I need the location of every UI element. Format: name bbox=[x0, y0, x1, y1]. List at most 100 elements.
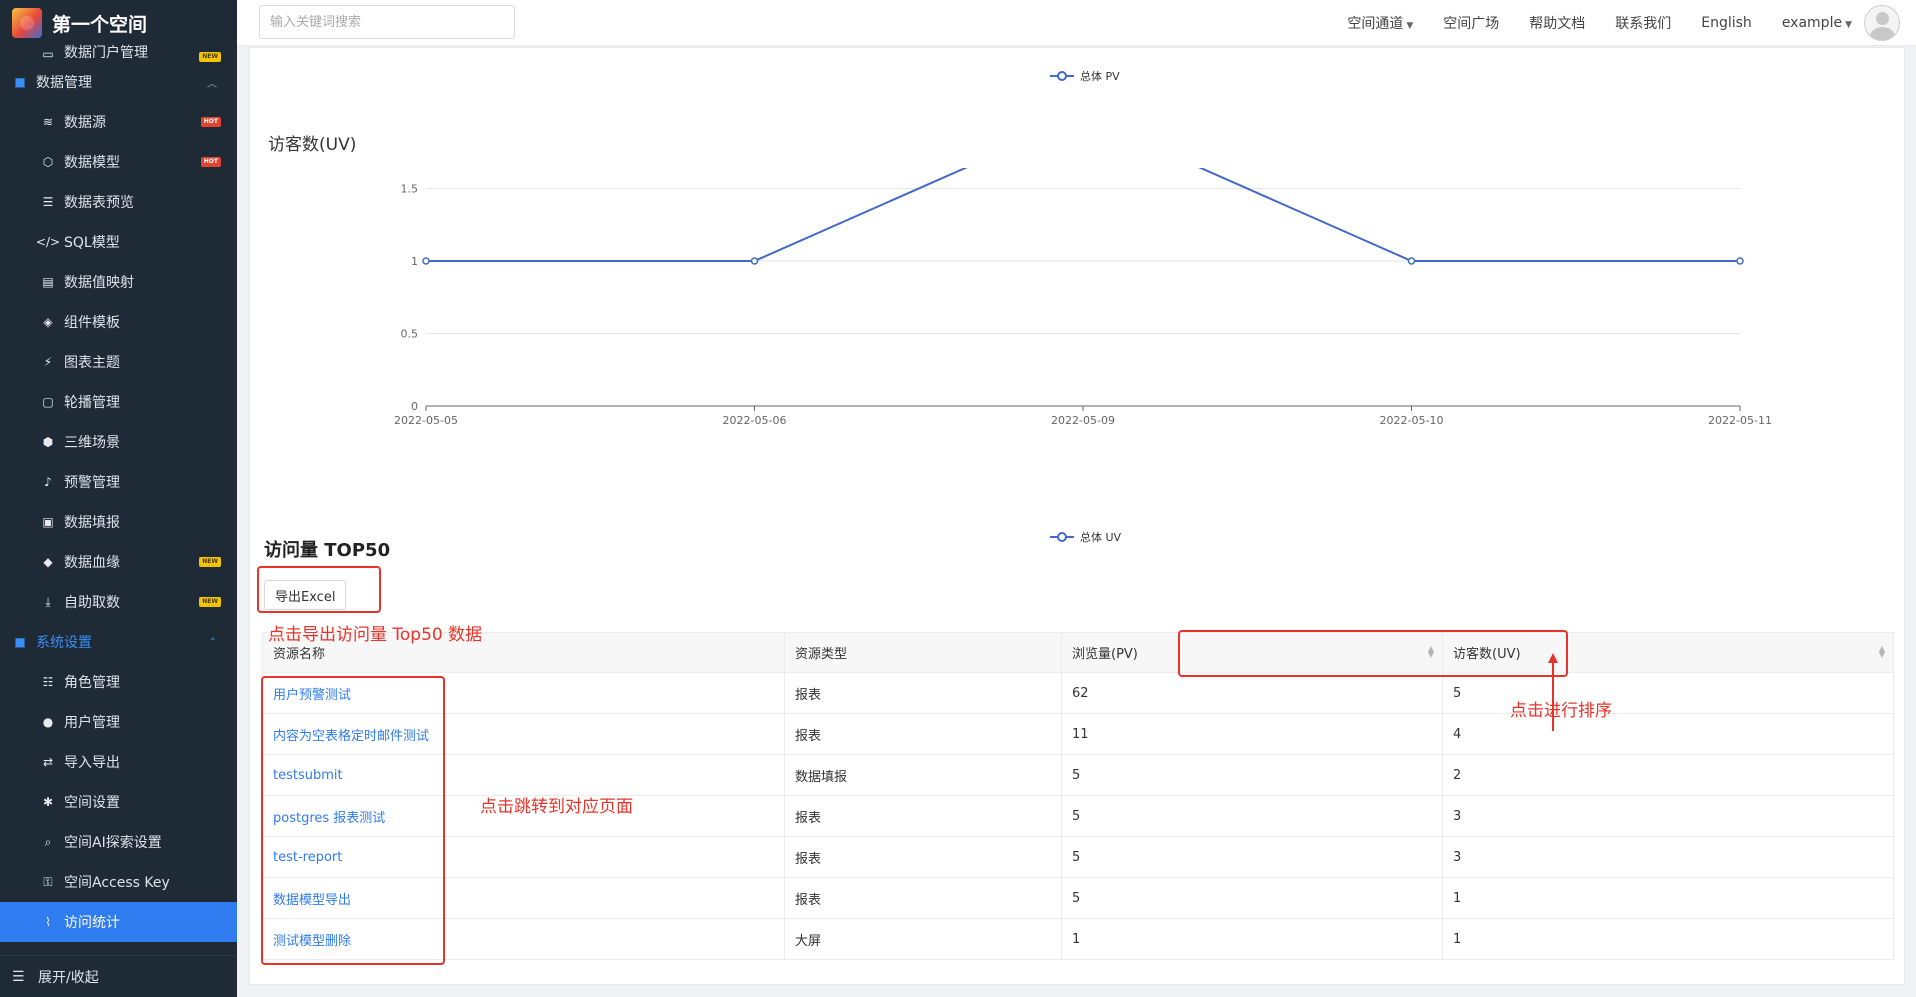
sidebar-item-label: 数据源 bbox=[64, 115, 106, 131]
resource-type: 报表 bbox=[784, 672, 1062, 714]
key-icon: ⚿ bbox=[43, 874, 53, 889]
sidebar-item[interactable]: ▭ 数据门户管理 NEW bbox=[0, 38, 237, 62]
pv-value: 11 bbox=[1061, 713, 1443, 755]
header-nav-item[interactable]: English bbox=[1701, 15, 1752, 31]
series-line bbox=[426, 168, 1740, 262]
search-input[interactable] bbox=[259, 5, 515, 39]
sidebar-item[interactable]: ⇄ 导入导出 bbox=[0, 742, 237, 782]
sidebar-item[interactable]: ⬢ 三维场景 bbox=[0, 422, 237, 462]
header-nav-item[interactable]: 空间广场 bbox=[1443, 13, 1499, 33]
sidebar-item[interactable]: ⚡ 图表主题 bbox=[0, 342, 237, 382]
resource-type: 报表 bbox=[784, 713, 1062, 755]
col-uv[interactable]: 访客数(UV) ▲ ▼ bbox=[1442, 632, 1894, 673]
legend-line-marker-icon bbox=[1050, 532, 1074, 542]
resource-type: 报表 bbox=[784, 836, 1062, 878]
chevron-up-icon: ︿ bbox=[207, 78, 217, 90]
resource-link[interactable]: 测试模型删除 bbox=[262, 918, 785, 960]
sort-icon[interactable]: ▲ ▼ bbox=[1428, 645, 1434, 659]
uv-legend-label: 总体 UV bbox=[1080, 531, 1122, 544]
sidebar-item[interactable]: ☷ 角色管理 bbox=[0, 662, 237, 702]
chart-line-icon: ⌇ bbox=[45, 915, 51, 929]
header-nav-label: English bbox=[1701, 15, 1752, 31]
pv-value: 5 bbox=[1061, 877, 1443, 919]
legend-line-marker-icon bbox=[1050, 71, 1074, 81]
magic-wand-icon: ⚡ bbox=[43, 355, 53, 369]
folder-icon: ■ bbox=[14, 75, 26, 89]
header-nav-item[interactable]: example ▼ bbox=[1782, 15, 1852, 31]
resource-link[interactable]: 内容为空表格定时邮件测试 bbox=[262, 713, 785, 755]
resource-link[interactable]: testsubmit bbox=[262, 754, 785, 796]
pv-chart-legend[interactable]: 总体 PV bbox=[1050, 68, 1120, 84]
sidebar-badge: NEW bbox=[199, 597, 221, 607]
cubes-icon: ⬡ bbox=[42, 155, 54, 169]
sidebar-item-label: 数据管理 bbox=[36, 75, 92, 91]
export-excel-button[interactable]: 导出Excel bbox=[264, 580, 347, 610]
exchange-icon: ⇄ bbox=[42, 755, 54, 769]
sidebar-item-label: 空间Access Key bbox=[64, 875, 170, 891]
resource-link[interactable]: 用户预警测试 bbox=[262, 672, 785, 714]
sidebar-item[interactable]: ⌕ 空间AI探索设置 bbox=[0, 822, 237, 862]
annotation-arrow-icon bbox=[1548, 653, 1558, 731]
sidebar-item[interactable]: ✱ 空间设置 bbox=[0, 782, 237, 822]
x-tick-label: 2022-05-06 bbox=[723, 414, 787, 427]
sidebar: 第一个空间 ▭ 数据门户管理 NEW ■ 数据管理 ︿ ≋ 数据源 HOT ⬡ 数据模型 HOT ☰ 数据… bbox=[0, 0, 237, 997]
sidebar-item[interactable]: ☰ 数据表预览 bbox=[0, 182, 237, 222]
gear-icon: ✱ bbox=[42, 795, 54, 809]
menu-fold-icon: ☰ bbox=[12, 968, 25, 985]
sidebar-item-label: 空间设置 bbox=[64, 795, 120, 811]
header-nav-item[interactable]: 空间通道 ▼ bbox=[1347, 13, 1413, 33]
resource-type: 大屏 bbox=[784, 918, 1062, 960]
sidebar-item[interactable]: ▤ 数据值映射 bbox=[0, 262, 237, 302]
sidebar-item[interactable]: ⚿ 空间Access Key bbox=[0, 862, 237, 902]
sort-icon[interactable]: ▲ ▼ bbox=[1879, 645, 1885, 659]
col-pv[interactable]: 浏览量(PV) ▲ ▼ bbox=[1061, 632, 1443, 673]
sidebar-item[interactable]: ■ 系统设置 ⌃ bbox=[0, 622, 237, 662]
sidebar-item[interactable]: ♪ 预警管理 bbox=[0, 462, 237, 502]
uv-value: 3 bbox=[1442, 836, 1894, 878]
data-point bbox=[1736, 257, 1744, 265]
sidebar-item-label: 数据填报 bbox=[64, 515, 120, 531]
uv-value: 1 bbox=[1442, 918, 1894, 960]
sidebar-item[interactable]: ▢ 轮播管理 bbox=[0, 382, 237, 422]
sidebar-item-label: 系统设置 bbox=[36, 635, 92, 651]
sidebar-badge: HOT bbox=[200, 157, 221, 167]
list-icon: ☰ bbox=[42, 195, 54, 209]
top-header: 空间通道▼ 空间广场 帮助文档 联系我们 English example▼ bbox=[237, 0, 1916, 46]
sidebar-item[interactable]: </> SQL模型 bbox=[0, 222, 237, 262]
sidebar-item-label: 数据模型 bbox=[64, 155, 120, 171]
header-nav-label: 帮助文档 bbox=[1529, 16, 1586, 32]
data-point bbox=[750, 257, 759, 265]
sidebar-item[interactable]: ≋ 数据源 HOT bbox=[0, 102, 237, 142]
resource-link[interactable]: 数据模型导出 bbox=[262, 877, 785, 919]
stats-card: 总体 PV 访客数(UV) 0 0.5 1 1.5 2 2022-05-05 2022-05… bbox=[249, 47, 1905, 985]
sidebar-item[interactable]: ◆ 数据血缘 NEW bbox=[0, 542, 237, 582]
header-nav-item[interactable]: 联系我们 bbox=[1615, 13, 1671, 33]
cube-outline-icon: ◈ bbox=[43, 315, 53, 329]
resource-link[interactable]: test-report bbox=[262, 836, 785, 878]
pv-legend-label: 总体 PV bbox=[1080, 70, 1120, 83]
sidebar-item-label: 预警管理 bbox=[64, 475, 120, 491]
sidebar-item[interactable]: ▣ 数据填报 bbox=[0, 502, 237, 542]
resource-type: 报表 bbox=[784, 877, 1062, 919]
sidebar-item[interactable]: ⌇ 访问统计 bbox=[0, 902, 237, 942]
sidebar-item[interactable]: ◈ 组件模板 bbox=[0, 302, 237, 342]
uv-chart-legend[interactable]: 总体 UV bbox=[1050, 529, 1121, 545]
avatar[interactable] bbox=[1864, 5, 1900, 41]
code-icon: </> bbox=[35, 235, 61, 249]
sidebar-item[interactable]: ■ 数据管理 ︿ bbox=[0, 62, 237, 102]
sidebar-collapse-toggle[interactable]: ☰ 展开/收起 bbox=[0, 955, 237, 997]
users-icon: ☷ bbox=[42, 675, 54, 689]
header-nav-item[interactable]: 帮助文档 bbox=[1529, 13, 1585, 33]
pv-value: 5 bbox=[1061, 836, 1443, 878]
sidebar-badge: NEW bbox=[199, 52, 221, 62]
annotation-export-hint: 点击导出访问量 Top50 数据 bbox=[268, 625, 483, 645]
sidebar-item[interactable]: ⤓ 自助取数 NEW bbox=[0, 582, 237, 622]
app-logo-icon bbox=[12, 8, 42, 38]
sidebar-item-label: 访问统计 bbox=[64, 915, 120, 931]
annotation-jump-hint: 点击跳转到对应页面 bbox=[480, 797, 633, 817]
col-uv-label: 访客数(UV) bbox=[1453, 647, 1521, 662]
sidebar-item[interactable]: ● 用户管理 bbox=[0, 702, 237, 742]
sidebar-item[interactable]: ⬡ 数据模型 HOT bbox=[0, 142, 237, 182]
sidebar-item-label: 数据表预览 bbox=[64, 195, 134, 211]
table-row: testsubmit 数据填报 5 2 bbox=[262, 754, 1894, 796]
